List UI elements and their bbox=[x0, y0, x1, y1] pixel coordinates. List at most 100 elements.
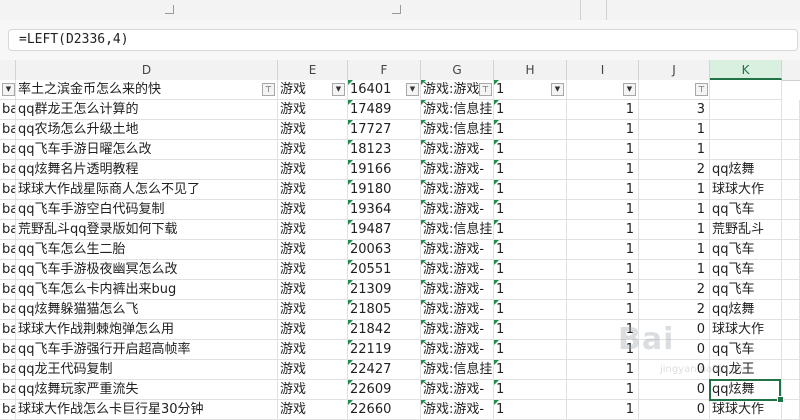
cell-g[interactable]: 游戏:游戏- bbox=[421, 280, 494, 300]
cell-l[interactable] bbox=[782, 380, 800, 400]
cell-h[interactable]: 1 bbox=[494, 220, 567, 240]
cell-k[interactable] bbox=[710, 120, 782, 140]
cell-g[interactable]: 游戏:信息挂 bbox=[421, 220, 494, 240]
cell-c[interactable]: bai bbox=[0, 320, 16, 340]
filter-button-i-icon[interactable]: ▼ bbox=[623, 83, 636, 96]
cell-h[interactable]: 1 bbox=[494, 160, 567, 180]
filter-button-j-filtered-icon[interactable]: ⊤ bbox=[695, 83, 708, 96]
column-header-d[interactable]: D bbox=[16, 60, 278, 80]
filter-button-e-icon[interactable]: ▼ bbox=[332, 83, 345, 96]
cell-k[interactable]: qq飞车 bbox=[710, 260, 782, 280]
filter-button-d-filtered-icon[interactable]: ⊤ bbox=[262, 83, 275, 96]
cell-h[interactable]: 1 bbox=[494, 400, 567, 420]
cell-d[interactable]: qq飞车手游强行开启超高帧率 bbox=[16, 340, 278, 360]
cell-h[interactable]: 1 bbox=[494, 120, 567, 140]
cell-e[interactable]: 游戏 bbox=[278, 160, 348, 180]
cell-e[interactable]: 游戏 bbox=[278, 180, 348, 200]
cell-f[interactable]: 22660 bbox=[348, 400, 421, 420]
cell-e[interactable]: 游戏 bbox=[278, 100, 348, 120]
cell-j[interactable]: 1 bbox=[639, 180, 710, 200]
cell-k[interactable]: qq炫舞 bbox=[710, 380, 782, 400]
cell-i[interactable]: 1 bbox=[567, 180, 639, 200]
cell-c[interactable]: bai bbox=[0, 400, 16, 420]
cell-c[interactable]: bai bbox=[0, 340, 16, 360]
cell-f[interactable]: 21805 bbox=[348, 300, 421, 320]
cell-d[interactable]: 球球大作战星际商人怎么不见了 bbox=[16, 180, 278, 200]
cell-j[interactable]: 3 bbox=[639, 100, 710, 120]
cell-h[interactable]: 1 bbox=[494, 380, 567, 400]
cell-k[interactable]: qq飞车 bbox=[710, 200, 782, 220]
cell-j[interactable]: 1 bbox=[639, 200, 710, 220]
cell-g[interactable]: 游戏:游戏- bbox=[421, 180, 494, 200]
cell-d[interactable]: 球球大作战荆棘炮弹怎么用 bbox=[16, 320, 278, 340]
cell-i[interactable]: 1 bbox=[567, 340, 639, 360]
column-header-e[interactable]: E bbox=[278, 60, 348, 80]
cell-i[interactable]: 1 bbox=[567, 240, 639, 260]
cell-c[interactable]: bai bbox=[0, 280, 16, 300]
cell-f[interactable]: 19487 bbox=[348, 220, 421, 240]
cell-k[interactable]: 球球大作 bbox=[710, 320, 782, 340]
cell-h[interactable]: 1 bbox=[494, 340, 567, 360]
cell-g[interactable]: 游戏:游戏- bbox=[421, 320, 494, 340]
cell-l[interactable] bbox=[782, 220, 800, 240]
cell-l[interactable] bbox=[782, 260, 800, 280]
cell-h[interactable]: 1 bbox=[494, 240, 567, 260]
cell-k[interactable]: qq炫舞 bbox=[710, 300, 782, 320]
column-header-c[interactable] bbox=[0, 60, 16, 80]
filter-button-c-icon[interactable]: ▼ bbox=[2, 83, 15, 96]
cell-f[interactable]: 22119 bbox=[348, 340, 421, 360]
cell-c[interactable]: bai bbox=[0, 100, 16, 120]
cell-i[interactable]: 1 bbox=[567, 220, 639, 240]
cell-g[interactable]: 游戏:游戏- bbox=[421, 160, 494, 180]
cell-g[interactable]: 游戏:信息挂 bbox=[421, 100, 494, 120]
cell-g[interactable]: 游戏:游戏- bbox=[421, 200, 494, 220]
cell-d[interactable]: 率土之滨金币怎么来的快 bbox=[16, 80, 278, 100]
cell-i[interactable]: 1 bbox=[567, 200, 639, 220]
filter-button-f-icon[interactable]: ▼ bbox=[406, 83, 419, 96]
cell-l[interactable] bbox=[782, 300, 800, 320]
cell-e[interactable]: 游戏 bbox=[278, 380, 348, 400]
cell-f[interactable]: 19166 bbox=[348, 160, 421, 180]
cell-c[interactable]: bai bbox=[0, 180, 16, 200]
cell-h[interactable]: 1 bbox=[494, 260, 567, 280]
cell-k[interactable]: 球球大作 bbox=[710, 180, 782, 200]
cell-g[interactable]: 游戏:游戏- bbox=[421, 140, 494, 160]
cell-k[interactable]: qq飞车 bbox=[710, 280, 782, 300]
cell-e[interactable]: 游戏 bbox=[278, 200, 348, 220]
cell-g[interactable]: 游戏:信息挂 bbox=[421, 360, 494, 380]
cell-k[interactable]: qq飞车 bbox=[710, 340, 782, 360]
cell-h[interactable]: 1 bbox=[494, 360, 567, 380]
cell-d[interactable]: 荒野乱斗qq登录版如何下载 bbox=[16, 220, 278, 240]
cell-j[interactable]: 2 bbox=[639, 300, 710, 320]
cell-d[interactable]: qq飞车手游日曜怎么改 bbox=[16, 140, 278, 160]
cell-h[interactable]: 1 bbox=[494, 300, 567, 320]
cell-j[interactable]: 2 bbox=[639, 280, 710, 300]
formula-input[interactable]: =LEFT(D2336,4) bbox=[8, 29, 798, 51]
cell-c[interactable]: bai bbox=[0, 160, 16, 180]
cell-f[interactable]: 20063 bbox=[348, 240, 421, 260]
column-header-k[interactable]: K bbox=[710, 60, 782, 80]
cell-l[interactable] bbox=[782, 200, 800, 220]
cell-l[interactable] bbox=[782, 140, 800, 160]
cell-e[interactable]: 游戏 bbox=[278, 340, 348, 360]
cell-e[interactable]: 游戏 bbox=[278, 400, 348, 420]
cell-k[interactable] bbox=[710, 140, 782, 160]
cell-c[interactable]: bai bbox=[0, 380, 16, 400]
cell-h[interactable]: 1 bbox=[494, 280, 567, 300]
cell-f[interactable]: 21842 bbox=[348, 320, 421, 340]
cell-j[interactable]: 0 bbox=[639, 380, 710, 400]
cell-g[interactable]: 游戏:游戏- bbox=[421, 300, 494, 320]
cell-f[interactable]: 22427 bbox=[348, 360, 421, 380]
cell-h[interactable]: 1 bbox=[494, 180, 567, 200]
cell-j[interactable]: 2 bbox=[639, 160, 710, 180]
cell-g[interactable]: 游戏:游戏- bbox=[421, 400, 494, 420]
cell-d[interactable]: 球球大作战怎么卡巨行星30分钟 bbox=[16, 400, 278, 420]
cell-f[interactable]: 17489 bbox=[348, 100, 421, 120]
cell-f[interactable]: 19364 bbox=[348, 200, 421, 220]
cell-d[interactable]: qq炫舞躲猫猫怎么飞 bbox=[16, 300, 278, 320]
cell-h[interactable]: 1 bbox=[494, 140, 567, 160]
cell-l[interactable] bbox=[782, 240, 800, 260]
cell-d[interactable]: qq飞车怎么生二胎 bbox=[16, 240, 278, 260]
cell-k[interactable]: qq龙王 bbox=[710, 360, 782, 380]
cell-i[interactable]: 1 bbox=[567, 400, 639, 420]
